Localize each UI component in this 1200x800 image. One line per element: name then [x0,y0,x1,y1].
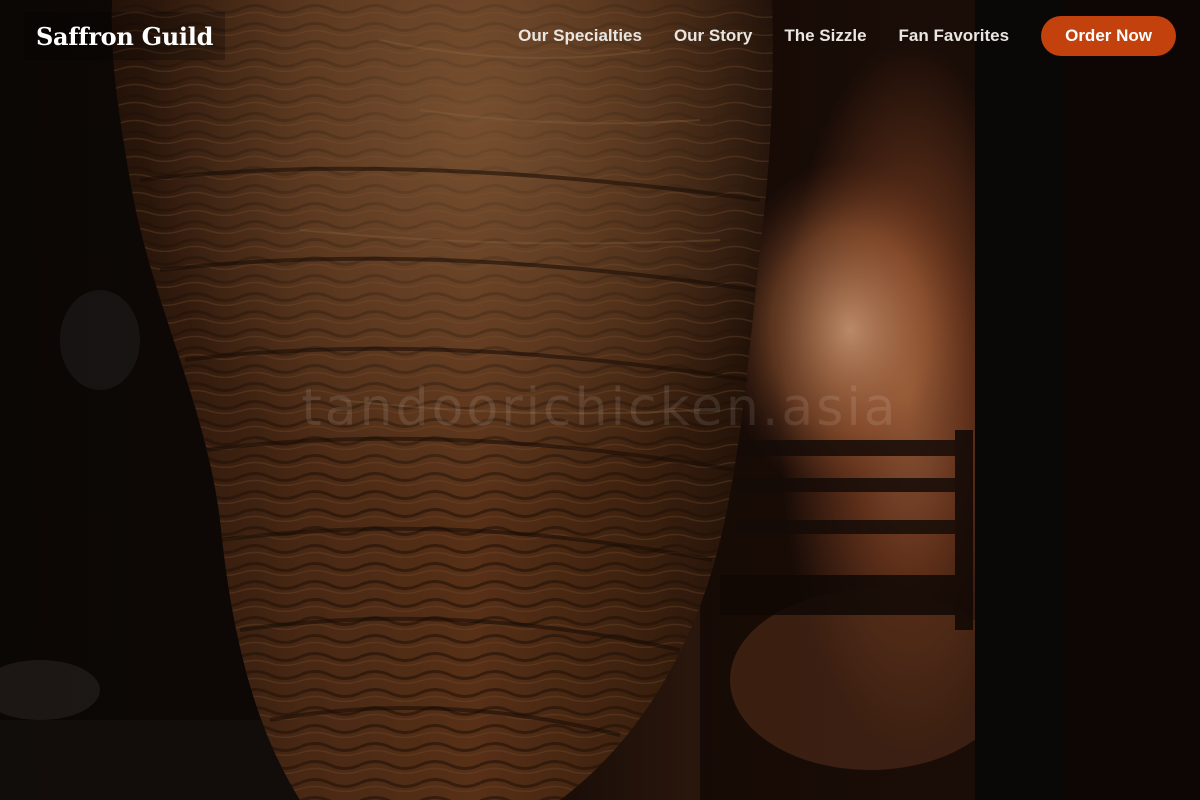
hero-photo [0,0,1200,800]
landing-page: tandoorichicken.asia Saffron Guild Our S… [0,0,1200,800]
nav-link-fan-favorites[interactable]: Fan Favorites [883,16,1026,56]
nav-link-the-sizzle[interactable]: The Sizzle [768,16,882,56]
main-nav: Our Specialties Our Story The Sizzle Fan… [502,16,1176,56]
nav-link-our-specialties[interactable]: Our Specialties [502,16,658,56]
site-header: Saffron Guild Our Specialties Our Story … [0,0,1200,72]
nav-link-our-story[interactable]: Our Story [658,16,768,56]
brand-logo[interactable]: Saffron Guild [24,12,226,60]
order-now-button[interactable]: Order Now [1041,16,1176,56]
